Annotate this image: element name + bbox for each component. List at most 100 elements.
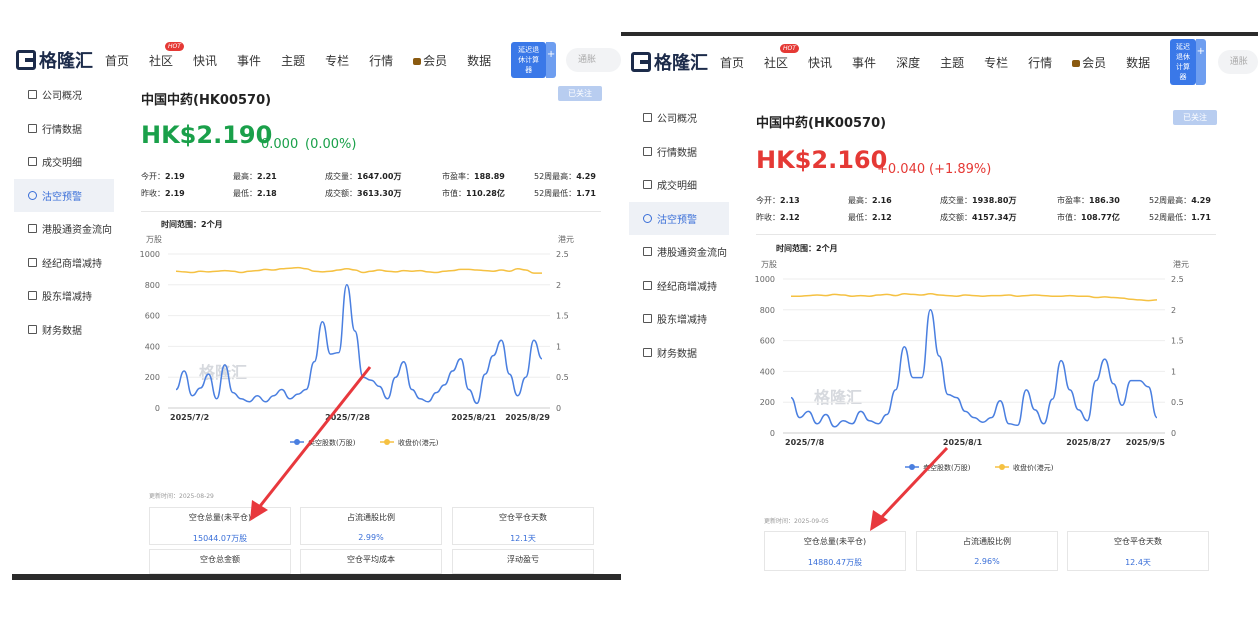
stat-card-label: 空仓总量(未平仓) — [803, 537, 867, 546]
nav-item[interactable]: 数据 — [1126, 54, 1150, 71]
flow-icon — [643, 247, 652, 257]
sidebar-item[interactable]: 经纪商增减持 — [629, 269, 729, 303]
sidebar-item[interactable]: 公司概况 — [14, 78, 114, 112]
nav-item[interactable]: 主题 — [281, 52, 305, 69]
nav-item[interactable]: 专栏 — [325, 52, 349, 69]
stat-card-label: 占流通股比例 — [347, 513, 395, 522]
search-input[interactable]: 通胀 — [1217, 50, 1258, 74]
sidebar-item-active[interactable]: 沽空预警 — [14, 178, 114, 212]
hot-badge: HOT — [780, 43, 799, 53]
stat-value: 2.21 — [257, 172, 277, 181]
nav-item[interactable]: 快讯 — [193, 52, 217, 69]
stat-key: 52周最高： — [534, 172, 577, 181]
nav-item[interactable]: 行情 — [1028, 54, 1052, 71]
follow-button[interactable]: 已关注 — [1173, 110, 1217, 125]
nav-item[interactable]: 社区 HOT — [764, 43, 799, 71]
stat-cell: 52周最低：1.71 — [534, 188, 614, 199]
nav-item-vip[interactable]: 会员 — [1072, 54, 1106, 71]
nav-item[interactable]: 快讯 — [808, 54, 832, 71]
x-tick: 2025/8/27 — [1066, 438, 1111, 447]
sidebar-label: 股东增减持 — [657, 315, 707, 327]
quote-stats: 今开：2.19 最高：2.21 成交量：1647.00万 市盈率：188.89 52周最… — [141, 168, 614, 202]
sidebar-item[interactable]: 财务数据 — [14, 313, 114, 347]
window-bottom-bar — [12, 574, 621, 580]
stat-key: 52周最低： — [534, 189, 577, 198]
sidebar-item[interactable]: 港股通资金流向 — [629, 235, 729, 269]
legend-marker-close — [999, 464, 1005, 470]
sidebar-item[interactable]: 股东增减持 — [14, 279, 114, 313]
sidebar-item[interactable]: 港股通资金流向 — [14, 212, 114, 246]
stat-card: 空仓平仓天数 12.4天 — [1067, 531, 1209, 571]
legend-marker-short — [909, 464, 915, 470]
price-change-pct: (0.00%) — [305, 137, 357, 152]
retirement-calculator-button[interactable]: 延迟退休计算器 + — [1170, 39, 1206, 85]
nav-item[interactable]: 事件 — [237, 52, 261, 69]
y-tick-right: 0 — [1171, 429, 1176, 438]
nav-item[interactable]: 主题 — [940, 54, 964, 71]
window-top-bar — [621, 32, 1258, 36]
stat-cell: 最低：2.12 — [848, 212, 910, 223]
sidebar-item[interactable]: 行情数据 — [14, 112, 114, 146]
stat-cell: 52周最高：4.29 — [1149, 195, 1229, 206]
sidebar: 公司概况 行情数据 成交明细 沽空预警 港股通资金流向 经纪商增减持 股东增减持… — [14, 78, 114, 346]
short-selling-chart: 万股 港元 0 0 200 0.5 400 1 600 1.5 800 2 1000 2.5 2025/7/… — [140, 234, 574, 447]
logo[interactable]: 格隆汇 — [16, 47, 93, 73]
doc-icon — [643, 113, 652, 123]
legend-label-short: 卖空股数(万股) — [923, 463, 971, 472]
sidebar-item-active[interactable]: 沽空预警 — [629, 201, 729, 235]
finance-icon — [643, 347, 652, 357]
stat-cell: 52周最低：1.71 — [1149, 212, 1229, 223]
stat-value: 1.71 — [576, 189, 596, 198]
y-tick-right: 0.5 — [556, 373, 569, 382]
update-time: 更新时间：2025-08-29 — [149, 493, 214, 500]
stat-card-value: 2.96% — [974, 557, 1000, 566]
nav-item[interactable]: 事件 — [852, 54, 876, 71]
series-close-price-line — [790, 293, 1158, 302]
y-tick-right: 1 — [556, 342, 561, 351]
stat-card-label: 空仓总金额 — [200, 555, 240, 564]
stat-key: 成交量： — [940, 196, 972, 205]
nav-item[interactable]: 首页 — [105, 52, 129, 69]
sidebar-item[interactable]: 经纪商增减持 — [14, 246, 114, 280]
stat-value: 108.77亿 — [1081, 213, 1120, 222]
retirement-calculator-button[interactable]: 延迟退休计算器 + — [511, 42, 557, 78]
sidebar-item[interactable]: 公司概况 — [629, 101, 729, 135]
search-input[interactable]: 通胀 — [566, 48, 621, 72]
stats-row: 今开：2.19 最高：2.21 成交量：1647.00万 市盈率：188.89 52周最… — [141, 168, 614, 185]
sidebar-item[interactable]: 行情数据 — [629, 135, 729, 169]
stat-cell: 成交额：3613.30万 — [325, 188, 412, 199]
sidebar-label: 行情数据 — [657, 147, 697, 159]
stat-card: 浮动盈亏 — [452, 549, 594, 574]
y-tick-left: 800 — [145, 281, 160, 290]
sidebar-label: 成交明细 — [42, 158, 82, 170]
stat-cell: 昨收：2.12 — [756, 212, 818, 223]
sidebar-item[interactable]: 成交明细 — [14, 145, 114, 179]
nav-item[interactable]: 行情 — [369, 52, 393, 69]
stat-card: 空仓总量(未平仓) 14880.47万股 — [764, 531, 906, 571]
calc-label: 延迟退休计算器 — [518, 46, 540, 74]
crown-icon — [1072, 59, 1081, 67]
sidebar-item[interactable]: 股东增减持 — [629, 302, 729, 336]
stat-card: 占流通股比例 2.99% — [300, 507, 442, 545]
sidebar-item[interactable]: 财务数据 — [629, 336, 729, 370]
sidebar-label: 公司概况 — [657, 114, 697, 126]
logo[interactable]: 格隆汇 — [631, 49, 708, 75]
nav-item[interactable]: 社区 HOT — [149, 41, 184, 69]
alert-icon — [643, 213, 652, 223]
nav-item-vip[interactable]: 会员 — [413, 52, 447, 69]
logo-icon — [631, 52, 651, 72]
chart-icon — [28, 123, 37, 133]
quote-stats: 今开：2.13 最高：2.16 成交量：1938.80万 市盈率：186.30 52周最… — [756, 192, 1229, 226]
follow-button[interactable]: 已关注 — [558, 86, 602, 101]
stock-name: 中国中药(HK00570) — [756, 116, 887, 131]
nav-item[interactable]: 深度 — [896, 54, 920, 71]
nav-item[interactable]: 数据 — [467, 52, 491, 69]
stat-key: 市盈率： — [1057, 196, 1089, 205]
stat-cell: 最高：2.16 — [848, 195, 910, 206]
nav-item[interactable]: 专栏 — [984, 54, 1008, 71]
stat-card-value: 12.4天 — [1125, 558, 1151, 567]
stat-card-label: 空仓平仓天数 — [499, 513, 547, 522]
sidebar-item[interactable]: 成交明细 — [629, 168, 729, 202]
nav-item[interactable]: 首页 — [720, 54, 744, 71]
stat-key: 成交额： — [325, 189, 357, 198]
